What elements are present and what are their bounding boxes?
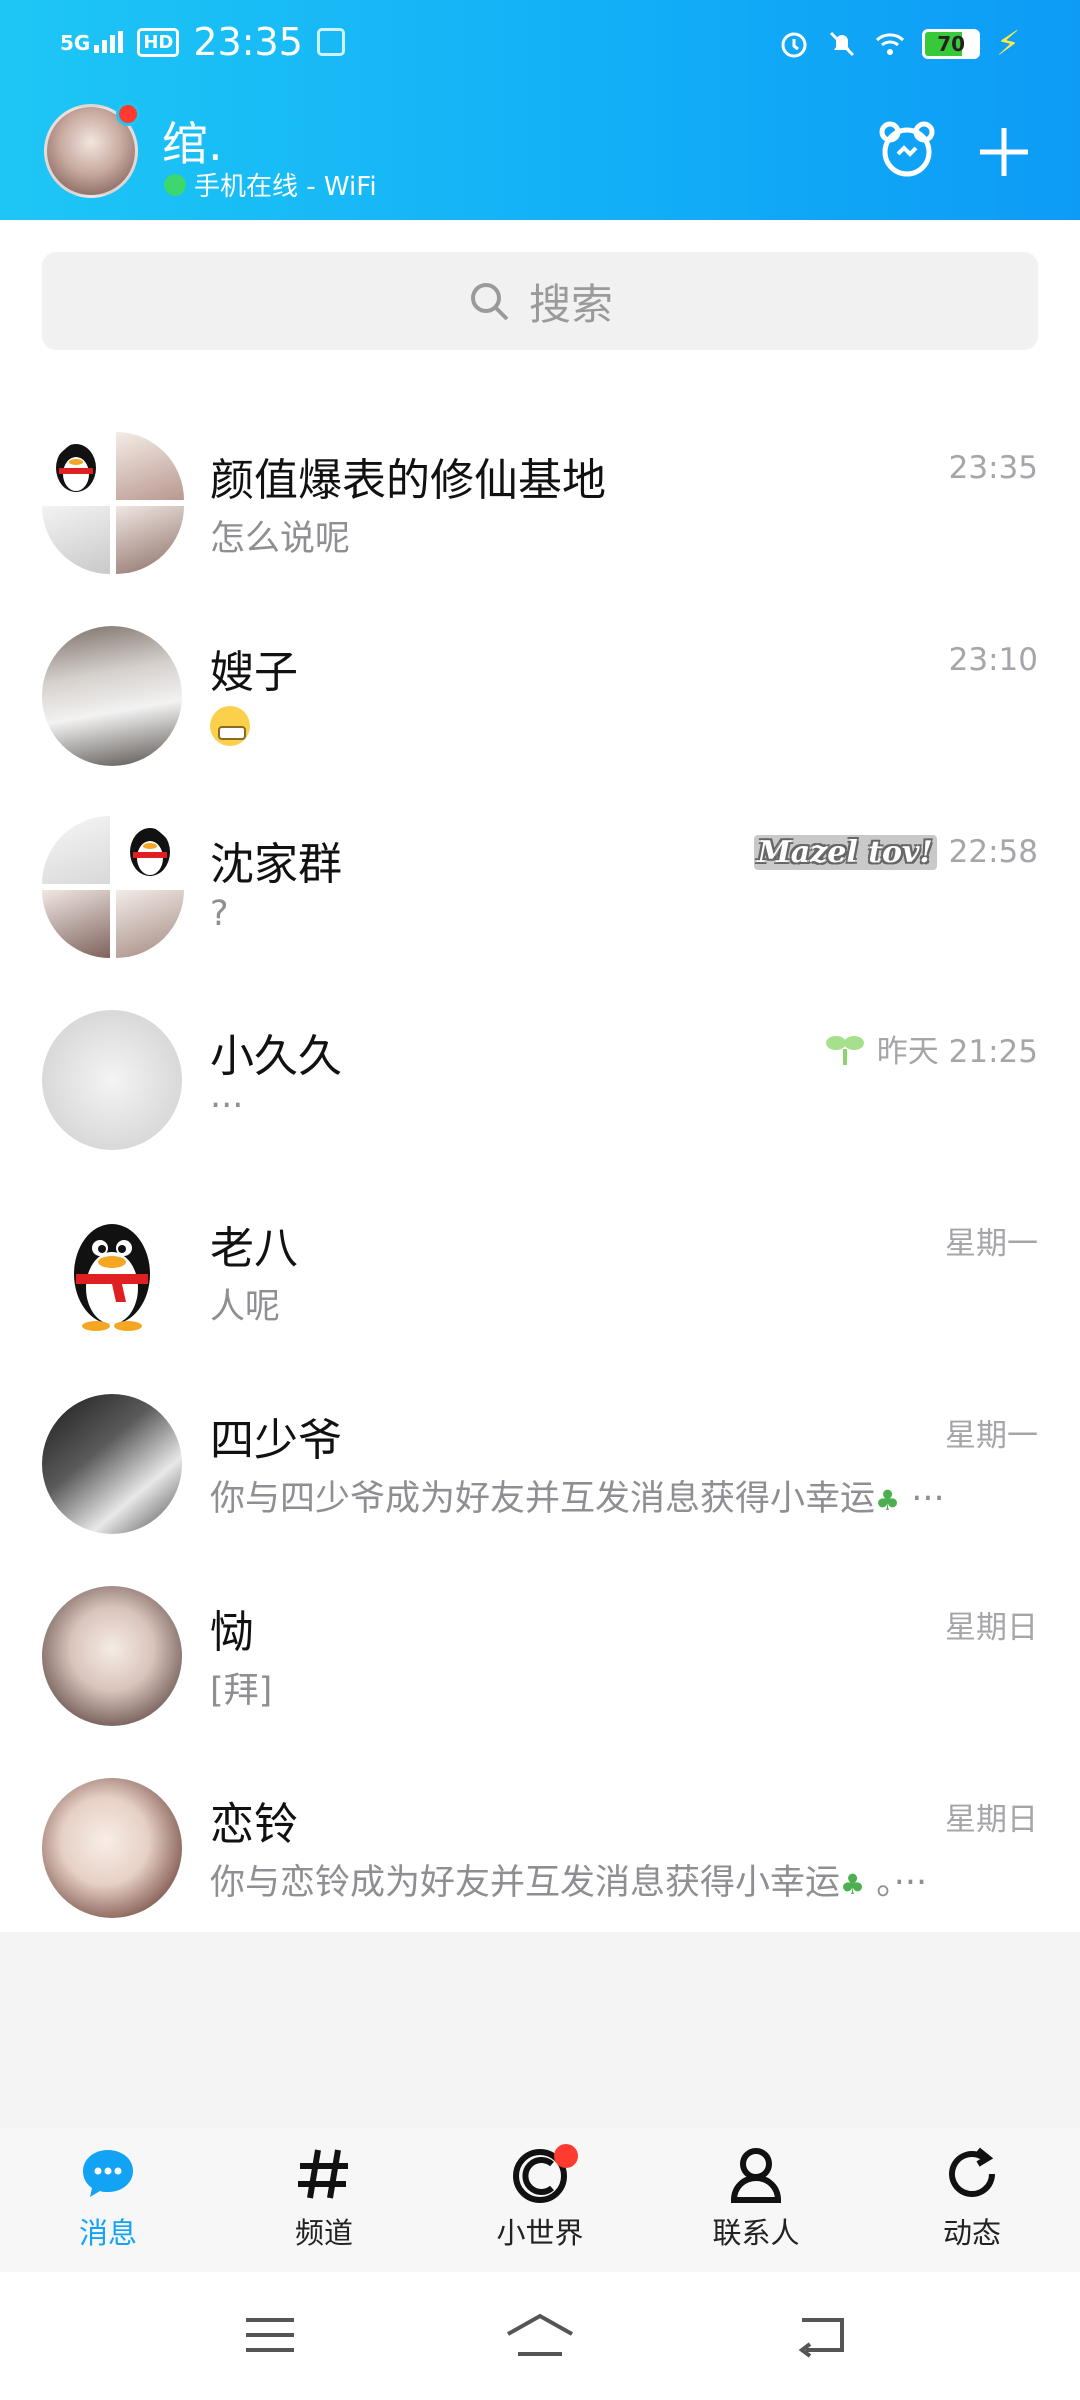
system-nav-bar [0,2272,1080,2400]
conversation-time: 星期一 [945,1418,1038,1454]
empty-area [0,1932,1080,2128]
conversation-preview: [拜] [210,1671,273,1711]
conversation-name: 颜值爆表的修仙基地 [210,455,606,506]
conversation-name: 恋铃 [210,1799,298,1850]
avatar [42,626,182,766]
message-list-area: 搜索 颜值爆表的修仙基地 怎么说呢 23:35 嫂子 23:10 沈家群 ? M… [0,220,1080,1932]
battery-indicator: 70 [922,29,981,59]
tab-channels[interactable]: 频道 [254,2144,394,2252]
conversation-item[interactable]: 小久久 ··· 昨天 21:25 [0,964,1080,1156]
conversation-time: 昨天 21:25 [825,1026,1038,1071]
hd-badge: HD [137,27,180,57]
message-icon [83,2150,133,2197]
tab-feeds[interactable]: 动态 [902,2144,1042,2252]
my-name[interactable]: 绾. [162,108,223,174]
pet-icon[interactable] [876,118,938,180]
conversation-name: 嫂子 [210,647,298,698]
conversation-name: 小久久 [210,1031,342,1082]
conversation-time: Mazel tov! 22:58 [753,834,1038,870]
online-dot-icon [164,173,186,196]
conversation-item[interactable]: 老八 人呢 星期一 [0,1156,1080,1348]
notification-icon [316,28,345,56]
menu-icon[interactable] [240,2310,300,2360]
conversation-preview: ? [210,894,229,934]
mute-bell-icon [830,31,855,57]
conversation-time: 星期日 [945,1610,1038,1646]
tab-messages[interactable]: 消息 [38,2144,178,2252]
conversation-preview: 你与恋铃成为好友并互发消息获得小幸运♣ 。··· [210,1863,928,1903]
conversation-preview: 你与四少爷成为好友并互发消息获得小幸运♣ ··· [210,1479,945,1519]
online-status[interactable]: 手机在线 - WiFi [164,166,377,203]
plus-icon[interactable] [976,124,1032,180]
conversation-item[interactable]: 恸 [拜] 星期日 [0,1540,1080,1732]
conversation-item[interactable]: 嫂子 23:10 [0,580,1080,772]
sprout-icon: ♣ [840,1868,866,1901]
sprout-icon: ♣ [875,1484,901,1517]
conversation-name: 老八 [210,1223,298,1274]
avatar [42,1394,182,1534]
conversation-item[interactable]: 恋铃 你与恋铃成为好友并互发消息获得小幸运♣ 。··· 星期日 [0,1732,1080,1924]
grin-emoji-icon [210,706,250,746]
avatar [42,1778,182,1918]
contacts-icon [730,2148,782,2203]
search-placeholder: 搜索 [528,279,613,329]
conversation-preview [210,702,250,751]
app-header: 5G HD 23:35 70 ⚡ 绾. 手机在线 - WiFi [0,0,1080,220]
conversation-name: 四少爷 [210,1415,342,1466]
penguin-icon [56,444,96,492]
back-icon[interactable] [792,2310,852,2360]
hash-icon [298,2149,348,2199]
charging-icon: ⚡ [996,24,1020,64]
conversation-item[interactable]: 四少爷 你与四少爷成为好友并互发消息获得小幸运♣ ··· 星期一 [0,1348,1080,1540]
conversation-time: 23:10 [948,642,1038,678]
clock: 23:35 [193,20,303,64]
penguin-icon [130,828,170,876]
conversation-name: 沈家群 [210,839,342,890]
home-icon[interactable] [504,2310,576,2360]
conversation-time: 星期日 [945,1802,1038,1838]
avatar [42,1586,182,1726]
search-icon [470,283,509,321]
search-bar[interactable]: 搜索 [42,252,1038,350]
mazel-tov-badge: Mazel tov! [753,834,937,870]
conversation-name: 恸 [210,1607,254,1658]
alarm-icon [781,32,807,58]
network-type: 5G [60,31,91,55]
conversation-item[interactable]: 沈家群 ? Mazel tov! 22:58 [0,772,1080,964]
conversation-time: 23:35 [948,450,1038,486]
status-bar: 5G HD 23:35 70 ⚡ [0,0,1080,86]
tab-contacts[interactable]: 联系人 [686,2144,826,2252]
conversation-preview: 怎么说呢 [210,519,351,559]
group-avatar [42,432,184,574]
penguin-icon [74,1224,150,1331]
signal-icon: 5G [60,31,124,55]
wifi-icon [876,33,905,55]
world-notification-dot [554,2144,578,2168]
sprout-icon [825,1035,864,1065]
bottom-nav: 消息 频道 小世界 联系人 动态 [0,2128,1080,2272]
tab-small-world[interactable]: 小世界 [470,2144,610,2252]
avatar-notification-dot [116,102,140,126]
conversation-item[interactable]: 颜值爆表的修仙基地 怎么说呢 23:35 [0,388,1080,580]
conversation-preview: 人呢 [210,1287,281,1327]
refresh-icon [949,2147,995,2197]
group-avatar [42,816,184,958]
conversation-time: 星期一 [945,1226,1038,1262]
avatar [42,1202,182,1342]
conversation-preview: ··· [210,1086,244,1126]
avatar [42,1010,182,1150]
